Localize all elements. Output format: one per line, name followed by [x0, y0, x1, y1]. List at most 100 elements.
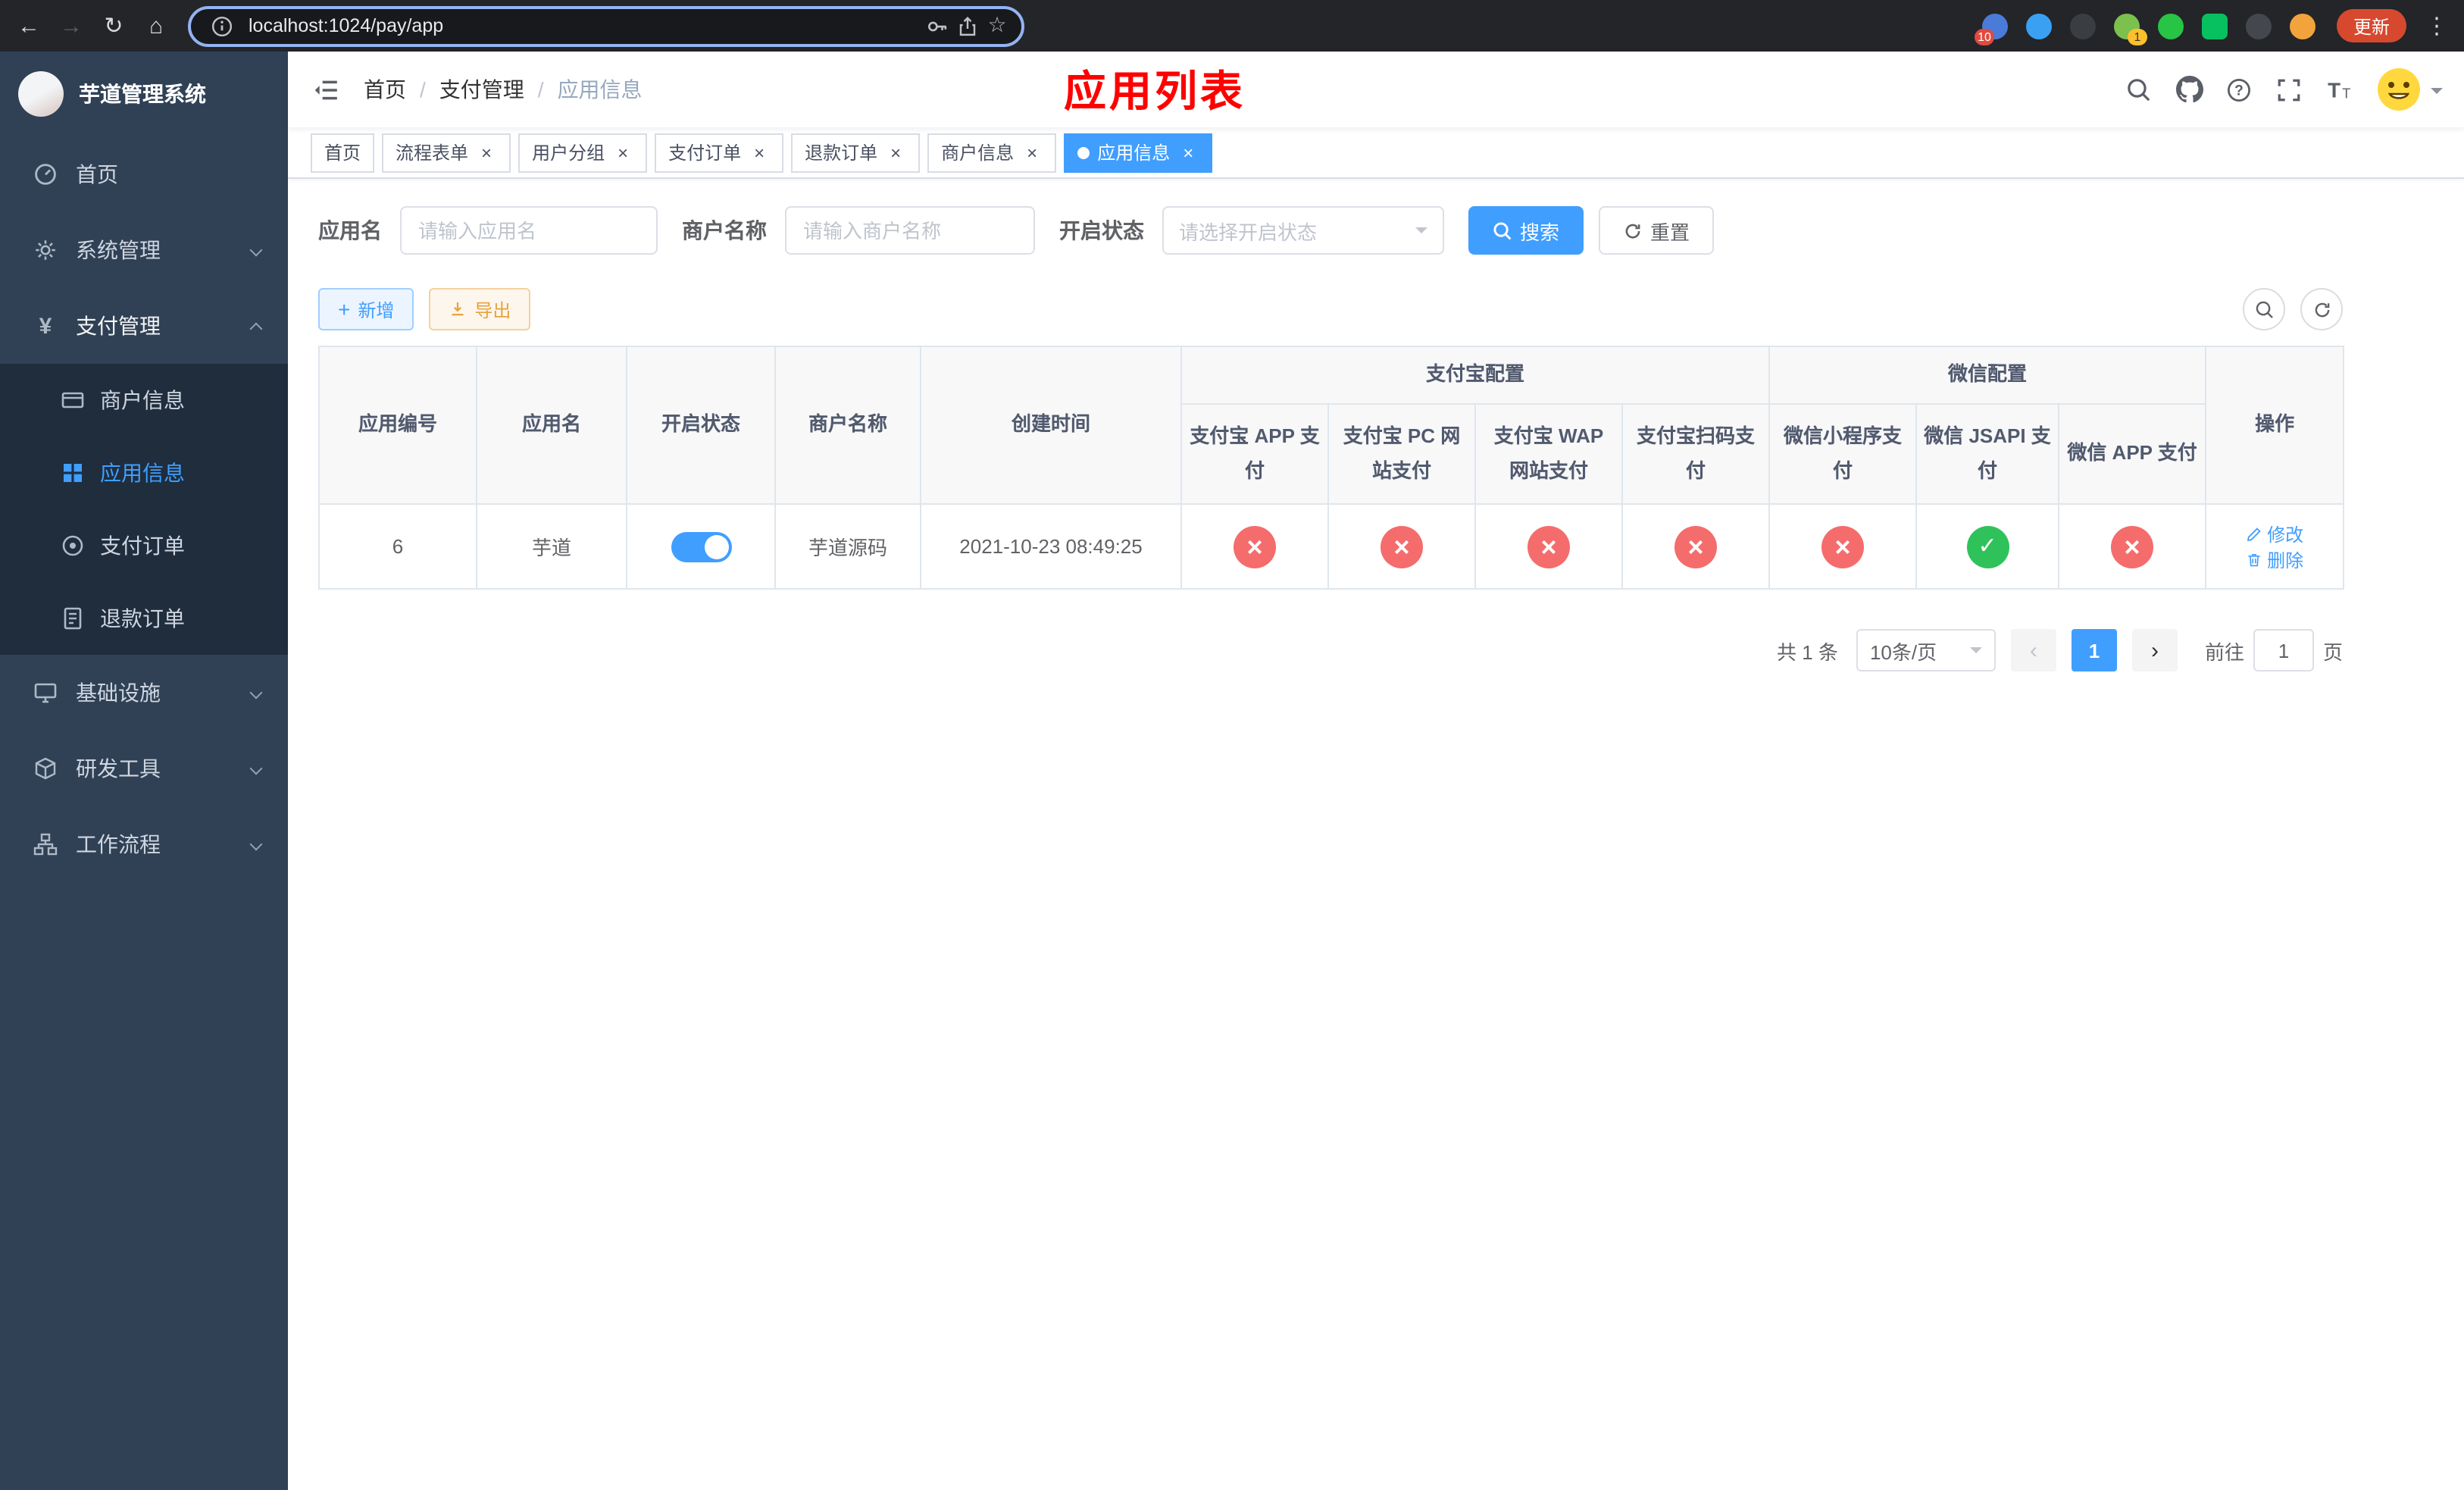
tab-process-form[interactable]: 流程表单 ×	[382, 133, 511, 172]
sidebar-item-refund-orders[interactable]: 退款订单	[0, 582, 288, 655]
merchant-name-input[interactable]	[785, 206, 1035, 255]
address-bar[interactable]: localhost:1024/pay/app ☆	[188, 5, 1024, 46]
extension-icon-1[interactable]: 10	[1974, 13, 2008, 45]
wechat-app-status-icon	[2111, 525, 2154, 568]
top-navbar: 首页 / 支付管理 / 应用信息 应用列表 ? T T	[288, 52, 2464, 127]
dashboard-icon	[33, 162, 58, 186]
tab-payment-orders[interactable]: 支付订单 ×	[655, 133, 784, 172]
page-number-1[interactable]: 1	[2071, 629, 2117, 671]
pagination: 共 1 条 10条/页 ‹ 1 › 前往 页	[318, 629, 2343, 671]
page-title: 应用列表	[1064, 68, 1246, 115]
help-icon[interactable]: ?	[2214, 64, 2264, 115]
merchant-name-label: 商户名称	[682, 218, 767, 243]
close-icon[interactable]: ×	[1021, 142, 1043, 163]
browser-update-button[interactable]: 更新	[2336, 9, 2406, 42]
toggle-search-button[interactable]	[2243, 288, 2285, 330]
sidebar-item-workflow[interactable]: 工作流程	[0, 806, 288, 882]
sidebar-item-label: 基础设施	[76, 681, 161, 705]
document-icon	[61, 606, 85, 631]
close-icon[interactable]: ×	[476, 142, 497, 163]
sidebar-item-home[interactable]: 首页	[0, 136, 288, 212]
search-icon[interactable]	[2114, 64, 2164, 115]
sidebar-item-system[interactable]: 系统管理	[0, 212, 288, 288]
close-icon[interactable]: ×	[749, 142, 770, 163]
tab-merchant-info[interactable]: 商户信息 ×	[927, 133, 1057, 172]
filter-form: 应用名 商户名称 开启状态 请选择开启状态	[318, 206, 2434, 255]
cell-app-name: 芋道	[476, 503, 627, 590]
status-select[interactable]: 请选择开启状态	[1162, 206, 1444, 255]
breadcrumb-item-home[interactable]: 首页	[364, 74, 406, 105]
browser-back-button[interactable]: ←	[9, 6, 48, 45]
sidebar-item-merchant-info[interactable]: 商户信息	[0, 364, 288, 437]
col-ops: 操作	[2205, 346, 2345, 505]
prev-page-button[interactable]: ‹	[2010, 629, 2056, 671]
add-button[interactable]: + 新增	[318, 288, 414, 330]
bookmark-star-icon[interactable]: ☆	[982, 11, 1012, 41]
goto-page-input[interactable]	[2253, 629, 2314, 671]
github-icon[interactable]	[2164, 64, 2214, 115]
tab-app-info[interactable]: 应用信息 ×	[1064, 133, 1213, 172]
page-size-select[interactable]: 10条/页	[1856, 629, 1996, 671]
col-alipay-wap: 支付宝 WAP 网站支付	[1474, 403, 1623, 505]
app-frame: 芋道管理系统 首页 系统管理 ¥ 支付管理 商户信息 应用信息 支付订单 退款订…	[0, 52, 2464, 1490]
refresh-button[interactable]	[2300, 288, 2343, 330]
extension-icon-7[interactable]	[2245, 13, 2272, 39]
screen: ← → ↻ ⌂ localhost:1024/pay/app ☆ 10 1 更新…	[0, 0, 2464, 1490]
close-icon[interactable]: ×	[885, 142, 906, 163]
password-key-icon[interactable]	[921, 11, 952, 41]
tab-home[interactable]: 首页	[311, 133, 375, 172]
site-info-icon[interactable]	[206, 11, 236, 41]
app-name-input[interactable]	[400, 206, 658, 255]
credit-card-icon	[61, 388, 85, 412]
col-enabled: 开启状态	[626, 346, 776, 505]
extension-icon-4[interactable]: 1	[2113, 13, 2147, 45]
delete-link[interactable]: 删除	[2246, 546, 2303, 572]
sidebar: 芋道管理系统 首页 系统管理 ¥ 支付管理 商户信息 应用信息 支付订单 退款订…	[0, 52, 288, 1490]
col-alipay-app: 支付宝 APP 支付	[1180, 403, 1329, 505]
sidebar-item-payment-orders[interactable]: 支付订单	[0, 509, 288, 582]
table-row: 6 芋道 芋道源码 2021-10-23 08:49:25 × × × × × …	[318, 503, 2345, 590]
search-button[interactable]: 搜索	[1468, 206, 1584, 255]
browser-menu-icon[interactable]: ⋮	[2425, 12, 2449, 39]
sidebar-item-label: 退款订单	[100, 606, 185, 631]
close-icon[interactable]: ×	[612, 142, 633, 163]
next-page-button[interactable]: ›	[2131, 629, 2178, 671]
sidebar-item-app-info[interactable]: 应用信息	[0, 437, 288, 509]
breadcrumb-item-payment[interactable]: 支付管理	[439, 74, 524, 105]
extension-icon-2[interactable]	[2025, 13, 2052, 39]
browser-home-button[interactable]: ⌂	[136, 6, 176, 45]
export-button[interactable]: 导出	[429, 288, 531, 330]
browser-forward-button[interactable]: →	[52, 6, 91, 45]
sidebar-logo[interactable]: 芋道管理系统	[0, 52, 288, 136]
sidebar-item-dev-tools[interactable]: 研发工具	[0, 731, 288, 806]
font-size-icon[interactable]: TT	[2314, 64, 2364, 115]
tags-view: 首页 流程表单 × 用户分组 × 支付订单 × 退款订单 × 商户信息 × 应用…	[288, 127, 2464, 179]
close-icon[interactable]: ×	[1177, 142, 1199, 163]
grid-icon	[61, 461, 85, 485]
main-area: 首页 / 支付管理 / 应用信息 应用列表 ? T T 首页 流程表单 × 用户…	[288, 52, 2464, 1490]
svg-text:T: T	[2342, 86, 2350, 101]
extension-icon-8[interactable]	[2289, 13, 2315, 39]
extension-icon-5[interactable]	[2157, 13, 2184, 39]
edit-link[interactable]: 修改	[2246, 521, 2303, 546]
tab-refund-orders[interactable]: 退款订单 ×	[791, 133, 921, 172]
user-menu[interactable]	[2376, 67, 2443, 112]
extension-icon-6[interactable]	[2201, 13, 2228, 39]
goto-suffix: 页	[2322, 640, 2343, 663]
col-app-name: 应用名	[476, 346, 627, 505]
chevron-down-icon	[1969, 647, 1982, 659]
browser-reload-button[interactable]: ↻	[94, 6, 133, 45]
extensions-area: 10 1	[1974, 13, 2315, 45]
hamburger-icon[interactable]	[288, 52, 364, 127]
sidebar-item-infrastructure[interactable]: 基础设施	[0, 655, 288, 731]
extension-icon-3[interactable]	[2069, 13, 2096, 39]
col-alipay-qr: 支付宝扫码支付	[1621, 403, 1771, 505]
reset-button[interactable]: 重置	[1599, 206, 1715, 255]
fullscreen-icon[interactable]	[2264, 64, 2314, 115]
enable-status-switch[interactable]	[671, 531, 731, 562]
sidebar-item-label: 工作流程	[76, 832, 161, 856]
order-icon	[61, 534, 85, 558]
sidebar-item-payment[interactable]: ¥ 支付管理	[0, 288, 288, 364]
tab-user-group[interactable]: 用户分组 ×	[518, 133, 648, 172]
share-icon[interactable]	[952, 11, 982, 41]
